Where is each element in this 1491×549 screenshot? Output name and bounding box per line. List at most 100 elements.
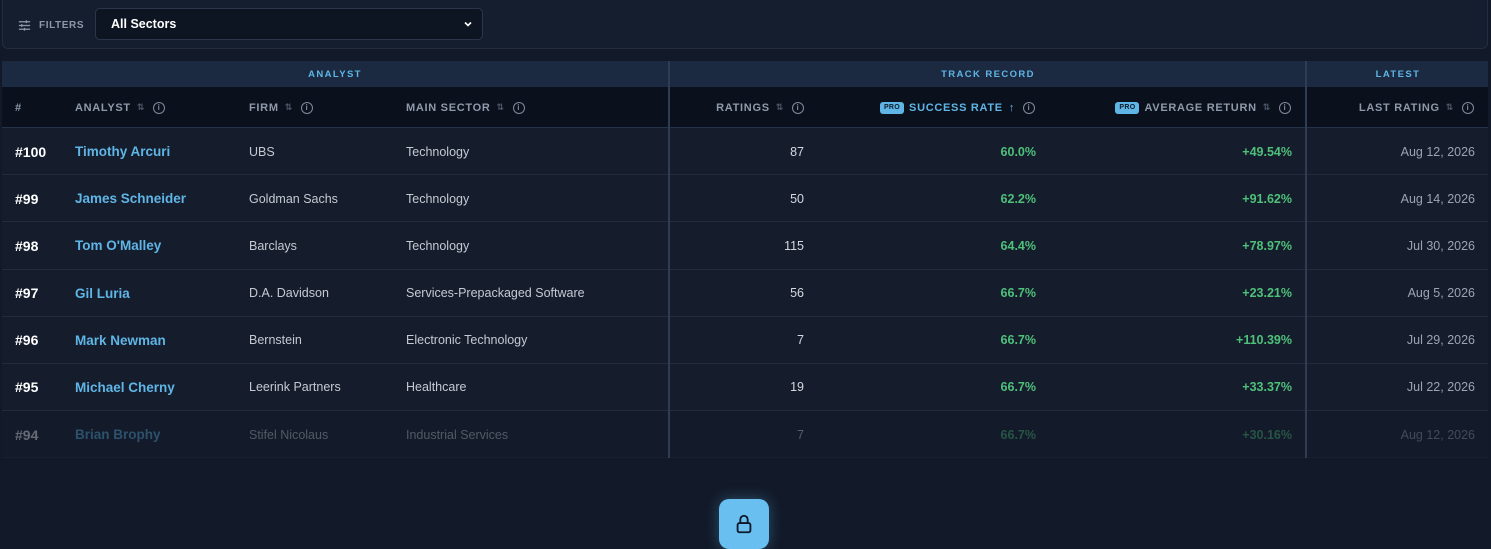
filters-button[interactable]: FILTERS — [17, 17, 84, 33]
last-rating-cell: Jul 29, 2026 — [1406, 333, 1475, 348]
rank-cell: #97 — [15, 285, 39, 302]
info-icon[interactable]: i — [153, 101, 166, 114]
info-icon[interactable]: i — [792, 101, 804, 114]
rank-cell: #100 — [15, 143, 47, 160]
table-row[interactable]: #95 Michael Cherny Leerink Partners Heal… — [2, 363, 1488, 412]
info-icon[interactable]: i — [300, 101, 313, 114]
sort-ascending-icon[interactable]: ↑ — [1009, 102, 1015, 114]
header-success-rate[interactable]: PRO SUCCESS RATE ↑ i — [842, 87, 1035, 128]
header-firm-label: FIRM — [249, 101, 279, 114]
sort-icon[interactable]: ⇅ — [285, 102, 293, 113]
header-ratings-label: RATINGS — [716, 101, 770, 114]
average-return-cell: +78.97% — [1242, 238, 1292, 253]
average-return-cell: +30.16% — [1242, 427, 1292, 442]
group-analyst: ANALYST — [308, 68, 362, 80]
sort-icon[interactable]: ⇅ — [1263, 102, 1271, 113]
sort-icon[interactable]: ⇅ — [776, 102, 784, 113]
header-main-sector[interactable]: MAIN SECTOR ⇅ i — [406, 87, 525, 128]
rank-cell: #99 — [15, 190, 39, 207]
header-last-rating-label: LAST RATING — [1358, 101, 1440, 114]
header-last-rating[interactable]: LAST RATING ⇅ i — [1322, 87, 1474, 128]
table-row[interactable]: #100 Timothy Arcuri UBS Technology 87 60… — [2, 128, 1488, 176]
success-rate-cell: 64.4% — [1000, 238, 1036, 253]
rank-cell: #94 — [15, 426, 39, 443]
firm-cell: UBS — [249, 144, 275, 159]
sector-cell: Technology — [406, 144, 470, 159]
filters-label: FILTERS — [39, 19, 85, 31]
column-group-row: ANALYST TRACK RECORD LATEST — [2, 61, 1488, 87]
filter-sliders-icon — [18, 19, 31, 31]
group-latest: LATEST — [1375, 68, 1421, 80]
pro-badge: PRO — [879, 101, 905, 114]
analyst-link[interactable]: Gil Luria — [75, 270, 130, 317]
sort-icon[interactable]: ⇅ — [137, 102, 145, 113]
success-rate-cell: 66.7% — [1000, 380, 1036, 395]
average-return-cell: +33.37% — [1242, 380, 1292, 395]
sector-select-value: All Sectors — [111, 17, 177, 31]
table-body: #100 Timothy Arcuri UBS Technology 87 60… — [2, 128, 1488, 459]
firm-cell: Barclays — [249, 238, 297, 253]
table-row[interactable]: #99 James Schneider Goldman Sachs Techno… — [2, 175, 1488, 223]
info-icon[interactable]: i — [512, 101, 525, 114]
header-firm[interactable]: FIRM ⇅ i — [249, 87, 313, 128]
ratings-cell: 115 — [784, 238, 804, 253]
header-success-rate-label: SUCCESS RATE — [909, 101, 1003, 114]
rank-cell: #98 — [15, 237, 39, 254]
filters-bar: FILTERS All Sectors — [2, 0, 1488, 49]
analyst-link[interactable]: Michael Cherny — [75, 364, 175, 411]
last-rating-cell: Aug 14, 2026 — [1400, 191, 1475, 206]
header-average-return[interactable]: PRO AVERAGE RETURN ⇅ i — [1072, 87, 1291, 128]
info-icon[interactable]: i — [1279, 101, 1291, 114]
table-row-locked: #94 Brian Brophy Stifel Nicolaus Industr… — [2, 411, 1488, 459]
ratings-cell: 56 — [790, 286, 804, 301]
analyst-link[interactable]: Tom O'Malley — [75, 222, 161, 269]
header-ratings[interactable]: RATINGS ⇅ i — [682, 87, 804, 128]
firm-cell: Leerink Partners — [249, 380, 341, 395]
unlock-button[interactable] — [719, 499, 769, 549]
table-row[interactable]: #96 Mark Newman Bernstein Electronic Tec… — [2, 316, 1488, 364]
firm-cell: Stifel Nicolaus — [249, 427, 329, 442]
header-main-sector-label: MAIN SECTOR — [406, 101, 491, 114]
last-rating-cell: Aug 12, 2026 — [1400, 144, 1475, 159]
header-rank-label: # — [15, 101, 22, 114]
column-group-divider — [668, 61, 670, 458]
ratings-cell: 87 — [790, 144, 804, 159]
ratings-cell: 50 — [790, 191, 804, 206]
average-return-cell: +49.54% — [1242, 144, 1292, 159]
analyst-link[interactable]: Timothy Arcuri — [75, 128, 170, 175]
last-rating-cell: Jul 22, 2026 — [1406, 380, 1475, 395]
firm-cell: Goldman Sachs — [249, 191, 338, 206]
analyst-link[interactable]: James Schneider — [75, 175, 186, 222]
success-rate-cell: 60.0% — [1000, 144, 1036, 159]
table-row[interactable]: #98 Tom O'Malley Barclays Technology 115… — [2, 222, 1488, 270]
sector-cell: Electronic Technology — [406, 333, 528, 348]
pro-badge: PRO — [1115, 101, 1140, 114]
rank-cell: #95 — [15, 379, 39, 396]
average-return-cell: +23.21% — [1242, 286, 1292, 301]
sector-select[interactable]: All Sectors — [95, 8, 483, 40]
sector-cell: Technology — [406, 238, 470, 253]
column-header-row: # ANALYST ⇅ i FIRM ⇅ i MAIN SECTOR ⇅ i R… — [2, 87, 1488, 128]
last-rating-cell: Jul 30, 2026 — [1406, 238, 1475, 253]
ratings-cell: 19 — [790, 380, 804, 395]
info-icon[interactable]: i — [1023, 101, 1035, 114]
header-average-return-label: AVERAGE RETURN — [1144, 101, 1257, 114]
ratings-cell: 7 — [797, 427, 804, 442]
last-rating-cell: Aug 5, 2026 — [1407, 286, 1475, 301]
sector-cell: Technology — [406, 191, 470, 206]
sort-icon[interactable]: ⇅ — [497, 102, 505, 113]
last-rating-cell: Aug 12, 2026 — [1400, 427, 1475, 442]
header-analyst[interactable]: ANALYST ⇅ i — [75, 87, 166, 128]
chevron-down-icon — [464, 21, 472, 27]
ratings-cell: 7 — [797, 333, 804, 348]
success-rate-cell: 62.2% — [1000, 191, 1036, 206]
table-row[interactable]: #97 Gil Luria D.A. Davidson Services-Pre… — [2, 269, 1488, 317]
analyst-table: ANALYST TRACK RECORD LATEST # ANALYST ⇅ … — [2, 61, 1488, 459]
lock-icon — [736, 514, 752, 534]
average-return-cell: +91.62% — [1242, 191, 1292, 206]
sort-icon[interactable]: ⇅ — [1446, 102, 1454, 113]
header-rank: # — [15, 87, 22, 128]
success-rate-cell: 66.7% — [1000, 333, 1036, 348]
analyst-link[interactable]: Mark Newman — [75, 317, 166, 364]
info-icon[interactable]: i — [1462, 101, 1474, 114]
